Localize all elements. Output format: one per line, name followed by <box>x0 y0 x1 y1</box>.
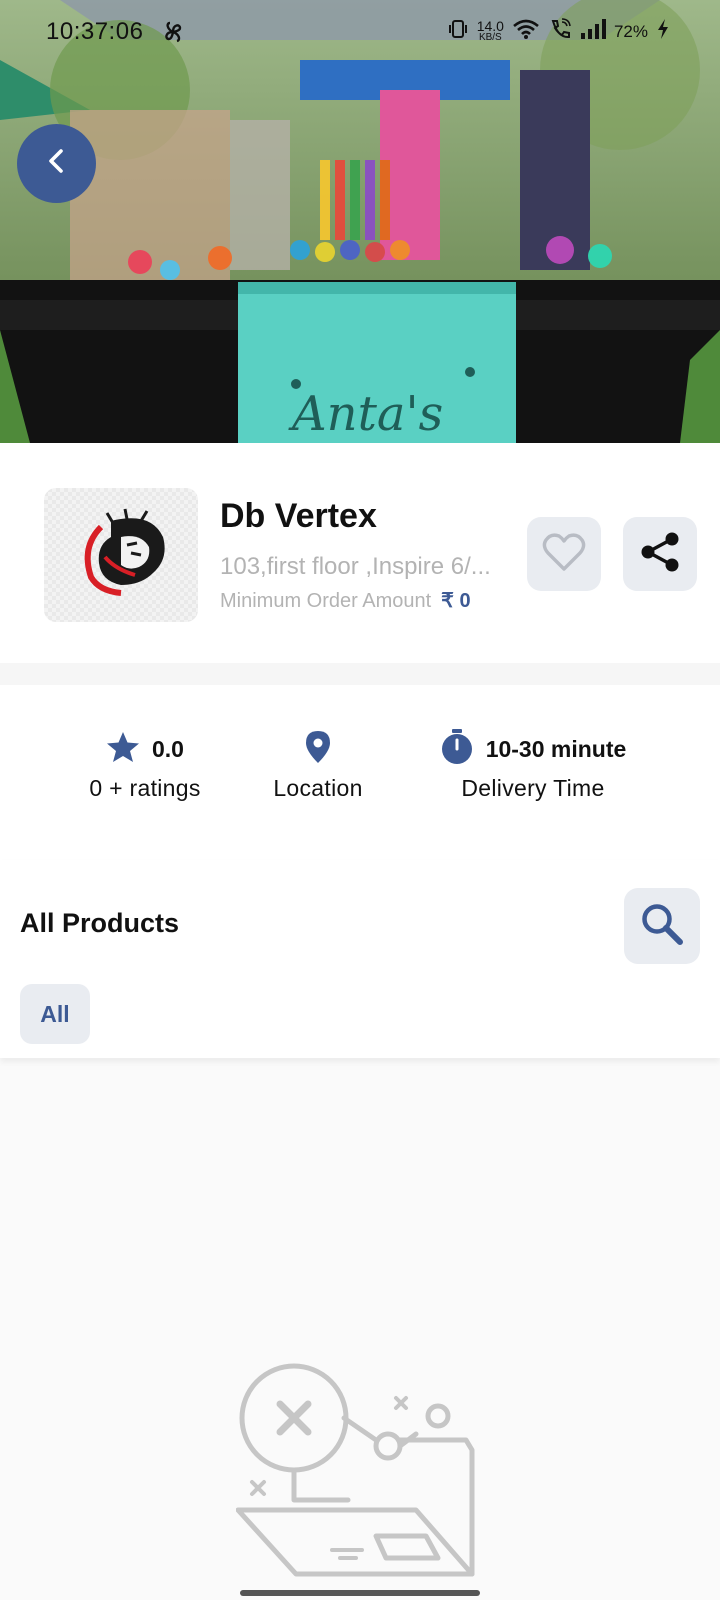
share-icon <box>638 530 682 579</box>
star-icon <box>106 731 140 768</box>
store-address: 103,first floor ,Inspire 6/... <box>220 553 491 580</box>
search-icon <box>640 902 684 951</box>
timer-icon <box>440 728 474 770</box>
location-label: Location <box>273 775 363 801</box>
favorite-button[interactable] <box>527 517 601 591</box>
empty-products-illustration <box>235 1360 482 1585</box>
charging-icon <box>656 18 670 45</box>
delivery-time-stat: 10-30 minute Delivery Time <box>430 727 636 802</box>
share-button[interactable] <box>623 517 697 591</box>
store-logo <box>44 488 198 622</box>
status-time: 10:37:06 <box>46 18 144 45</box>
min-order-label: Minimum Order Amount <box>220 590 432 612</box>
signal-icon <box>580 18 606 45</box>
rating-label: 0 + ratings <box>89 775 201 801</box>
category-chip-all[interactable]: All <box>20 984 90 1044</box>
status-bar: 10:37:06 14.0 KB/S 72% <box>0 0 720 64</box>
fan-icon <box>160 20 186 49</box>
products-section: All Products All <box>0 860 720 1058</box>
store-banner-image: Anta's <box>0 0 720 443</box>
min-order-amount: ₹ 0 <box>441 590 471 612</box>
search-button[interactable] <box>624 888 700 964</box>
wifi-call-icon <box>548 18 572 45</box>
lion-logo-icon <box>84 508 165 596</box>
home-indicator <box>240 1590 480 1596</box>
location-pin-icon <box>305 730 331 769</box>
chevron-left-icon <box>45 147 69 180</box>
rating-value: 0.0 <box>152 735 184 762</box>
delivery-time-value: 10-30 minute <box>485 735 627 762</box>
min-order: Minimum Order Amount ₹ 0 <box>220 588 471 613</box>
store-name: Db Vertex <box>220 497 377 535</box>
net-speed: 14.0 KB/S <box>476 17 504 44</box>
wifi-icon <box>512 18 540 45</box>
status-icons: 14.0 KB/S 72% <box>447 18 670 45</box>
banner-sign-text: Anta's <box>288 386 443 442</box>
battery-percent: 72% <box>613 21 648 41</box>
store-info-card: Db Vertex 103,first floor ,Inspire 6/...… <box>0 443 720 663</box>
location-stat[interactable]: Location <box>262 727 374 802</box>
net-speed-unit: KB/S <box>478 31 502 43</box>
store-stats-row: 0.0 0 + ratings Location 10-30 minute De… <box>0 685 720 860</box>
section-divider <box>0 663 720 685</box>
products-title: All Products <box>20 908 180 938</box>
back-button[interactable] <box>17 124 96 203</box>
vibrate-icon <box>447 18 469 45</box>
delivery-time-label: Delivery Time <box>461 775 605 801</box>
heart-icon <box>541 531 587 578</box>
net-speed-value: 14.0 <box>476 17 504 34</box>
rating-stat[interactable]: 0.0 0 + ratings <box>80 727 210 802</box>
